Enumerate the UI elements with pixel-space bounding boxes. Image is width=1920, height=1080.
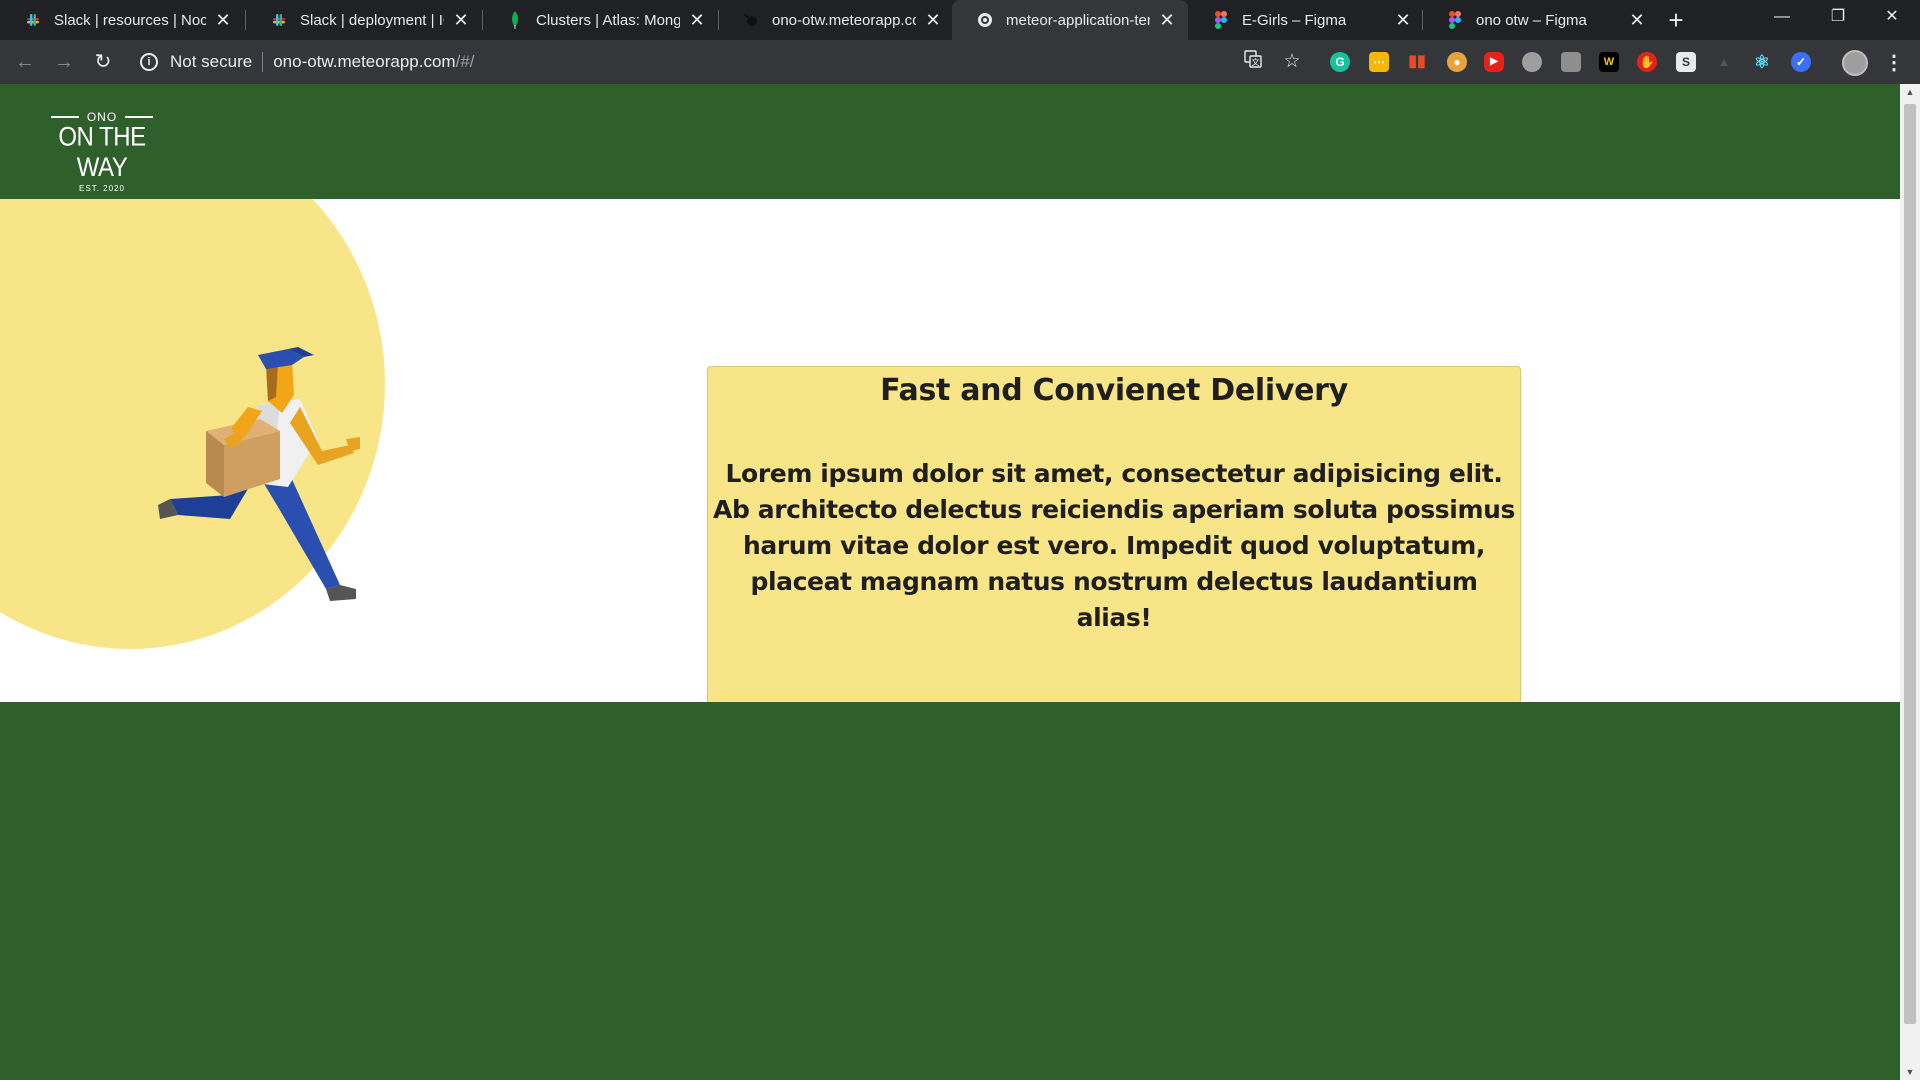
close-window-button[interactable]: ✕: [1864, 0, 1920, 34]
profile-avatar[interactable]: [1842, 50, 1868, 76]
tab-mongodb-atlas[interactable]: Clusters | Atlas: MongoDB ✕: [482, 0, 718, 40]
s-icon[interactable]: S: [1676, 52, 1696, 72]
browser-tab-strip: Slack | resources | Noculab ✕ Slack | de…: [0, 0, 1920, 40]
address-bar[interactable]: i Not secure ono-otw.meteorapp.com/#/: [128, 46, 1240, 78]
scroll-thumb[interactable]: [1904, 104, 1916, 1024]
wappalyzer-icon[interactable]: W: [1599, 52, 1619, 72]
figma-icon: [1446, 11, 1464, 29]
keep-icon[interactable]: ⋯: [1369, 52, 1389, 72]
tab-title: Slack | deployment | ICS: [300, 11, 444, 29]
tab-figma-ono-otw[interactable]: ono otw – Figma ✕: [1422, 0, 1658, 40]
info-icon[interactable]: i: [140, 53, 158, 71]
close-tab-icon[interactable]: ✕: [452, 11, 470, 29]
color-picker-icon[interactable]: ●: [1447, 52, 1467, 72]
forward-button[interactable]: →: [49, 47, 79, 77]
close-tab-icon[interactable]: ✕: [1158, 11, 1176, 29]
tab-meteor-application-template[interactable]: meteor-application-template ✕: [952, 0, 1188, 40]
url-path[interactable]: /#/: [456, 52, 475, 72]
translate-icon[interactable]: 文: [1241, 50, 1265, 74]
tab-figma-egirls[interactable]: E-Girls – Figma ✕: [1188, 0, 1424, 40]
slack-icon: [24, 11, 42, 29]
site-footer: [0, 702, 1900, 1080]
react-devtools-icon[interactable]: ⚛: [1752, 52, 1772, 72]
tab-slack-resources[interactable]: Slack | resources | Noculab ✕: [0, 0, 244, 40]
notepad-icon[interactable]: [1561, 52, 1581, 72]
tab-meteorapp[interactable]: ono-otw.meteorapp.com ✕: [718, 0, 954, 40]
site-header: ONO ON THE WAY EST. 2020: [0, 84, 1900, 199]
tab-title: Slack | resources | Noculab: [54, 11, 206, 29]
tab-slack-deployment[interactable]: Slack | deployment | ICS ✕: [246, 0, 482, 40]
close-tab-icon[interactable]: ✕: [1394, 11, 1412, 29]
page-scrollbar[interactable]: ▲ ▼: [1900, 84, 1920, 1080]
scroll-up-arrow[interactable]: ▲: [1900, 84, 1920, 100]
hero-section: Fast and Convienet Delivery Lorem ipsum …: [0, 199, 1900, 702]
page-viewport: ONO ON THE WAY EST. 2020 Fast and Convie…: [0, 84, 1900, 1080]
youtube-icon[interactable]: ▶: [1484, 52, 1504, 72]
minimize-window-button[interactable]: —: [1754, 0, 1810, 34]
tab-title: ono otw – Figma: [1476, 11, 1587, 29]
new-tab-button[interactable]: +: [1662, 6, 1690, 34]
close-tab-icon[interactable]: ✕: [214, 11, 232, 29]
card-title: Fast and Convienet Delivery: [880, 373, 1348, 408]
restore-window-button[interactable]: ❐: [1810, 0, 1866, 34]
slack-icon: [270, 11, 288, 29]
tab-title: ono-otw.meteorapp.com: [772, 11, 916, 29]
close-tab-icon[interactable]: ✕: [924, 11, 942, 29]
browser-toolbar: ← → ↻ i Not secure ono-otw.meteorapp.com…: [0, 40, 1920, 84]
logo-dash: [50, 116, 79, 118]
grammarly-icon[interactable]: G: [1330, 52, 1350, 72]
address-divider: [262, 52, 264, 72]
tool-icon[interactable]: ✓: [1791, 52, 1811, 72]
tab-title: meteor-application-template: [1006, 11, 1150, 29]
extension-gray-icon[interactable]: [1522, 52, 1542, 72]
github-icon: [976, 11, 994, 29]
bookmark-star-icon[interactable]: ☆: [1280, 50, 1304, 74]
logo-est-text: EST. 2020: [79, 184, 125, 193]
security-status[interactable]: Not secure: [170, 52, 252, 72]
close-tab-icon[interactable]: ✕: [688, 11, 706, 29]
back-button[interactable]: ←: [10, 47, 40, 77]
tab-title: Clusters | Atlas: MongoDB: [536, 11, 680, 29]
svg-text:文: 文: [1252, 57, 1260, 67]
delivery-courier-illustration: [158, 347, 360, 601]
mouse-icon[interactable]: ▲: [1714, 52, 1734, 72]
tab-title: E-Girls – Figma: [1242, 11, 1347, 29]
scroll-down-arrow[interactable]: ▼: [1900, 1064, 1920, 1080]
reload-button[interactable]: ↻: [88, 47, 118, 77]
stats-icon[interactable]: ▮▮: [1407, 52, 1427, 72]
close-tab-icon[interactable]: ✕: [1628, 11, 1646, 29]
logo-dash: [125, 116, 154, 118]
url-host[interactable]: ono-otw.meteorapp.com: [273, 52, 455, 72]
site-logo[interactable]: ONO ON THE WAY EST. 2020: [34, 110, 170, 193]
logo-main-text: ON THE WAY: [58, 122, 146, 183]
mongodb-leaf-icon: [506, 11, 524, 29]
browser-menu-icon[interactable]: ⋮: [1882, 49, 1906, 77]
figma-icon: [1212, 11, 1230, 29]
card-body: Lorem ipsum dolor sit amet, consectetur …: [713, 459, 1515, 632]
meteor-icon: [742, 11, 760, 29]
adblock-icon[interactable]: ✋: [1637, 52, 1657, 72]
delivery-info-card: Fast and Convienet Delivery Lorem ipsum …: [707, 366, 1521, 702]
